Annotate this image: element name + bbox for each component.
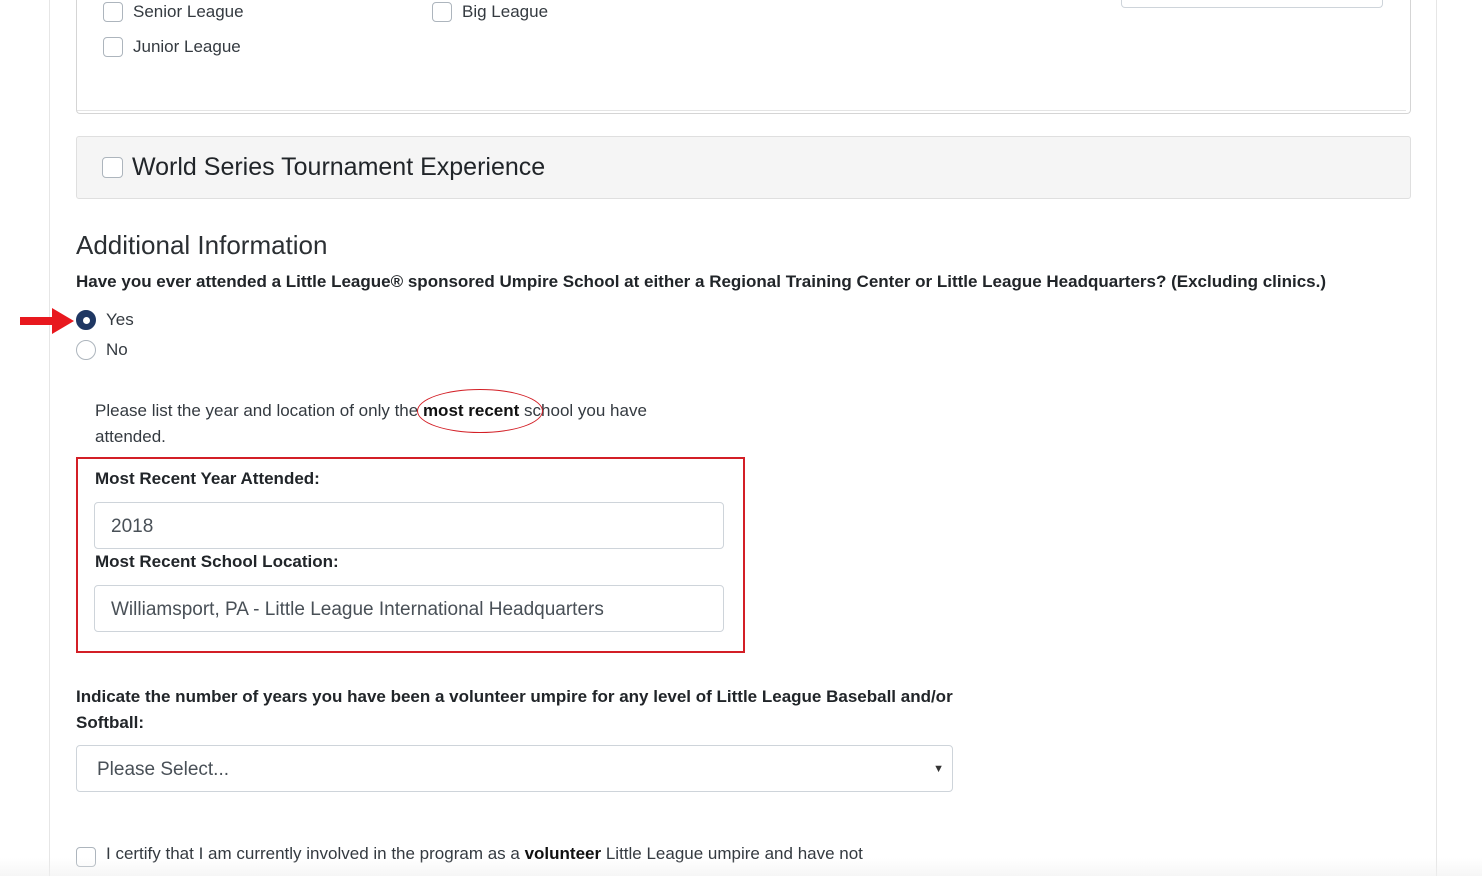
checkbox-label: Senior League xyxy=(133,2,244,21)
checkbox-senior-league[interactable]: Senior League xyxy=(103,2,244,22)
school-instruction: Please list the year and location of onl… xyxy=(95,398,695,450)
checkbox-label: Junior League xyxy=(133,37,241,56)
instruction-emphasis: most recent xyxy=(422,401,520,420)
radio-button[interactable] xyxy=(76,340,96,360)
checkbox-box[interactable] xyxy=(103,37,123,57)
radio-label: No xyxy=(106,340,128,359)
checkbox-junior-league[interactable]: Junior League xyxy=(103,37,241,57)
page: Senior League Big League Junior League W… xyxy=(0,0,1482,876)
radio-yes[interactable]: Yes xyxy=(76,310,134,330)
caret-down-icon: ▼ xyxy=(933,763,944,775)
question-text: Indicate the number of years you have be… xyxy=(76,687,450,706)
volunteer-years-select[interactable]: Please Select... ▼ xyxy=(76,745,953,792)
checkbox-label: Big League xyxy=(462,2,549,21)
location-label: Most Recent School Location: xyxy=(95,552,339,571)
red-arrow-icon xyxy=(20,308,74,334)
world-series-checkbox[interactable] xyxy=(102,157,123,178)
year-label: Most Recent Year Attended: xyxy=(95,469,320,488)
world-series-card[interactable]: World Series Tournament Experience xyxy=(76,136,1411,199)
checkbox-box[interactable] xyxy=(103,2,123,22)
checkbox-big-league[interactable]: Big League xyxy=(432,2,548,22)
location-input[interactable]: Williamsport, PA - Little League Interna… xyxy=(94,585,724,632)
question-emphasis: volunteer umpire xyxy=(449,687,588,706)
select-value: Please Select... xyxy=(97,759,230,780)
radio-button-checked[interactable] xyxy=(76,310,96,330)
year-input[interactable]: 2018 xyxy=(94,502,724,549)
experience-side-field[interactable] xyxy=(1121,0,1383,8)
world-series-title: World Series Tournament Experience xyxy=(132,153,546,181)
radio-label: Yes xyxy=(106,310,134,329)
radio-no[interactable]: No xyxy=(76,340,128,360)
umpire-school-question: Have you ever attended a Little League® … xyxy=(76,272,1327,291)
checkbox-box[interactable] xyxy=(432,2,452,22)
volunteer-years-question: Indicate the number of years you have be… xyxy=(76,684,956,736)
experience-card xyxy=(76,0,1411,114)
page-fold-shadow xyxy=(0,858,1482,876)
instruction-text: Please list the year and location of onl… xyxy=(95,401,423,420)
section-title: Additional Information xyxy=(76,230,328,260)
